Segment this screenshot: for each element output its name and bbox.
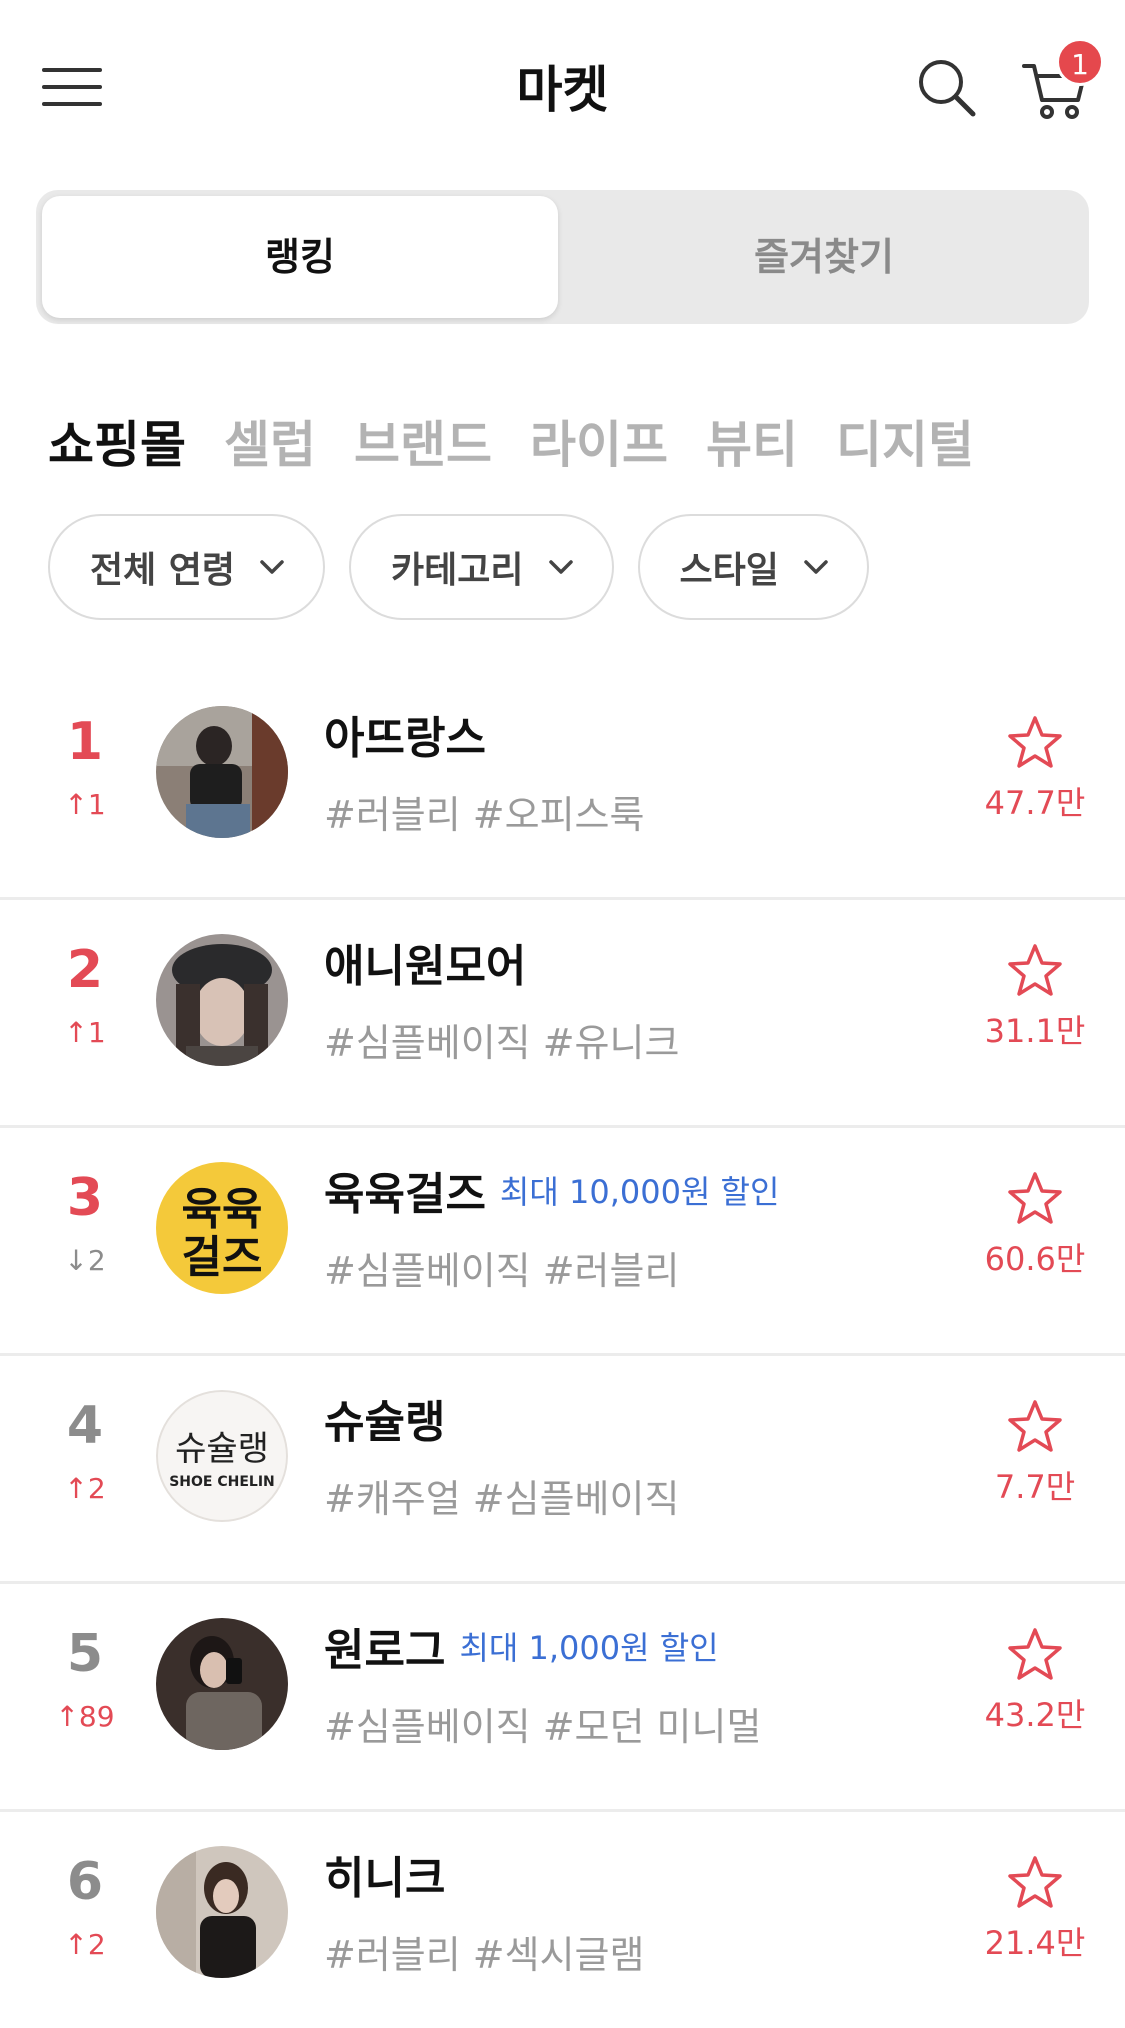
avatar [156, 934, 288, 1066]
list-item[interactable]: 5 ↑89 원로그 최대 1,000원 할인 #심플베이직 #모던 미니멀 43.… [0, 1584, 1125, 1812]
category-tab-brand[interactable]: 브랜드 [354, 405, 492, 475]
list-item[interactable]: 2 ↑1 애니원모어 #심플베이직 #유니크 31.1만 [0, 900, 1125, 1128]
category-tab-digital[interactable]: 디지털 [836, 405, 974, 475]
rank-number: 4 [66, 1396, 104, 1456]
favorite-count: 31.1만 [984, 1012, 1086, 1050]
tab-favorites[interactable]: 즐겨찾기 [566, 196, 1082, 318]
shop-name: 슈슐랭 [324, 1397, 446, 1448]
category-tabs: 쇼핑몰 셀럽 브랜드 라이프 뷰티 디지털 [48, 405, 1012, 475]
age-filter-dropdown[interactable]: 전체 연령 [48, 514, 326, 620]
arrow-down-icon: ↓ [64, 1244, 88, 1277]
search-icon [919, 60, 976, 117]
shop-tags: #심플베이직 #러블리 [324, 1249, 680, 1293]
shop-name: 육육걸즈 최대 10,000원 할인 [324, 1169, 780, 1220]
arrow-up-icon: ↑ [55, 1700, 79, 1733]
favorite-button[interactable]: 21.4만 [975, 1854, 1095, 1964]
chevron-down-icon [548, 560, 573, 574]
shop-logo: 육육 걸즈 [156, 1162, 288, 1294]
list-item[interactable]: 6 ↑2 히니크 #러블리 #섹시글램 21.4만 [0, 1812, 1125, 2028]
shop-name: 히니크 [324, 1853, 446, 1904]
arrow-up-icon: ↑ [64, 1472, 88, 1505]
shop-logo: 슈슐랭 SHOE CHELIN [156, 1390, 288, 1522]
search-button[interactable] [915, 56, 977, 118]
avatar: 슈슐랭 SHOE CHELIN [156, 1390, 288, 1522]
arrow-up-icon: ↑ [64, 1928, 88, 1961]
list-item[interactable]: 4 ↑2 슈슐랭 SHOE CHELIN 슈슐랭 #캐주얼 #심플베이직 7.7… [0, 1356, 1125, 1584]
filter-label: 스타일 [679, 550, 779, 591]
list-item[interactable]: 3 ↓2 육육 걸즈 육육걸즈 최대 10,000원 할인 #심플베이직 #러블리… [0, 1128, 1125, 1356]
logo-text: SHOE CHELIN [169, 1474, 275, 1490]
star-icon [1008, 1400, 1062, 1452]
category-tab-celeb[interactable]: 셀럽 [224, 405, 316, 475]
logo-text: 육육 [182, 1184, 263, 1235]
arrow-up-icon: ↑ [64, 788, 88, 821]
star-icon [1008, 944, 1062, 996]
star-icon [1008, 1628, 1062, 1680]
rank-number: 5 [66, 1624, 104, 1684]
favorite-button[interactable]: 47.7만 [975, 714, 1095, 824]
star-icon [1008, 1172, 1062, 1224]
shop-tags: #캐주얼 #심플베이직 [324, 1477, 680, 1521]
app-header: 마켓 1 [0, 0, 1125, 175]
category-tab-beauty[interactable]: 뷰티 [706, 405, 798, 475]
star-icon [1008, 716, 1062, 768]
chevron-down-icon [804, 560, 828, 574]
shop-name: 애니원모어 [324, 941, 527, 992]
favorite-count: 43.2만 [984, 1696, 1086, 1734]
avatar [156, 1846, 288, 1978]
logo-text: 걸즈 [182, 1232, 263, 1283]
category-filter-dropdown[interactable]: 카테고리 [349, 514, 614, 620]
favorite-button[interactable]: 7.7만 [975, 1398, 1095, 1508]
avatar: 육육 걸즈 [156, 1162, 288, 1294]
favorite-count: 7.7만 [994, 1468, 1076, 1506]
rank-number: 1 [66, 712, 104, 772]
tab-ranking[interactable]: 랭킹 [42, 196, 558, 318]
list-item[interactable]: 1 ↑1 아뜨랑스 #러블리 #오피스룩 47.7만 [0, 672, 1125, 900]
category-tab-life[interactable]: 라이프 [530, 405, 668, 475]
shop-ranking-list: 1 ↑1 아뜨랑스 #러블리 #오피스룩 47.7만 2 ↑1 애니원모어 #심… [0, 672, 1125, 2028]
filter-bar: 전체 연령 카테고리 스타일 [48, 514, 893, 620]
shop-name: 아뜨랑스 [324, 713, 486, 764]
ranking-favorites-segment: 랭킹 즐겨찾기 [36, 190, 1089, 324]
filter-label: 카테고리 [391, 550, 524, 591]
avatar [156, 1618, 288, 1750]
promo-label: 최대 1,000원 할인 [459, 1629, 719, 1667]
style-filter-dropdown[interactable]: 스타일 [637, 514, 869, 620]
avatar [156, 706, 288, 838]
filter-label: 전체 연령 [90, 550, 236, 591]
shop-photo [156, 1846, 288, 1978]
shop-tags: #러블리 #오피스룩 [324, 793, 645, 837]
favorite-count: 21.4만 [984, 1924, 1086, 1962]
shop-tags: #러블리 #섹시글램 [324, 1933, 645, 1977]
rank-change: ↑1 [64, 1016, 106, 1049]
rank-change: ↓2 [64, 1244, 106, 1277]
shop-name: 원로그 최대 1,000원 할인 [324, 1625, 719, 1676]
favorite-button[interactable]: 43.2만 [975, 1626, 1095, 1736]
rank-change: ↑2 [64, 1472, 106, 1505]
arrow-up-icon: ↑ [64, 1016, 88, 1049]
category-tab-shoppingmall[interactable]: 쇼핑몰 [48, 405, 186, 475]
chevron-down-icon [260, 560, 284, 574]
rank-change: ↑89 [55, 1700, 115, 1733]
rank-change: ↑1 [64, 788, 106, 821]
rank-number: 3 [66, 1168, 104, 1228]
rank-number: 6 [66, 1852, 104, 1912]
favorite-count: 47.7만 [984, 784, 1086, 822]
rank-change: ↑2 [64, 1928, 106, 1961]
star-icon [1008, 1856, 1062, 1908]
favorite-button[interactable]: 31.1만 [975, 942, 1095, 1052]
shop-photo [156, 706, 288, 838]
shop-tags: #심플베이직 #유니크 [324, 1021, 680, 1065]
favorite-count: 60.6만 [984, 1240, 1086, 1278]
shop-photo [156, 1618, 288, 1750]
shop-tags: #심플베이직 #모던 미니멀 [324, 1705, 762, 1749]
cart-count-badge: 1 [1056, 38, 1104, 86]
favorite-button[interactable]: 60.6만 [975, 1170, 1095, 1280]
rank-number: 2 [66, 940, 104, 1000]
logo-text: 슈슐랭 [175, 1429, 269, 1469]
promo-label: 최대 10,000원 할인 [499, 1173, 780, 1211]
shop-photo [156, 934, 288, 1066]
